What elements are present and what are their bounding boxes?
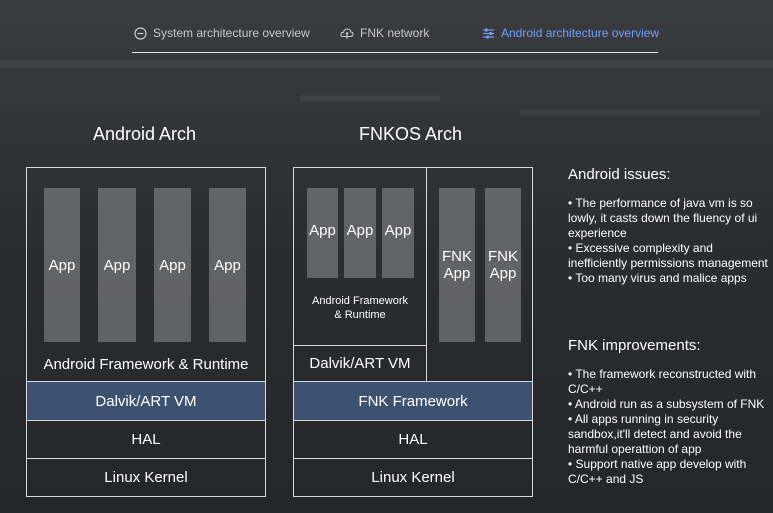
tab-label: FNK network (360, 26, 430, 40)
tab-label: System architecture overview (153, 26, 310, 40)
background-beam (520, 110, 760, 115)
background-beam (300, 95, 440, 101)
tab-label: Android architecture overview (501, 26, 660, 40)
android-arch-title: Android Arch (93, 124, 197, 144)
dalvik-vm-layer: Dalvik/ART VM (27, 381, 265, 420)
list-item: • Too many virus and malice apps (568, 271, 747, 285)
list-item: • Android run as a subsystem of FNK (568, 397, 765, 411)
app-block: App (307, 188, 338, 278)
app-block: App (344, 188, 376, 278)
fnk-app-block: FNK App (439, 188, 475, 342)
fnk-framework-layer: FNK Framework (294, 381, 532, 420)
background-beam (0, 60, 773, 68)
android-issues-heading: Android issues: (568, 166, 671, 183)
fnkos-arch-title: FNKOS Arch (359, 124, 463, 144)
list-item: • Support native app develop with C/C++ … (568, 457, 747, 486)
android-arch-panel: App App App App Android Framework & Runt… (26, 167, 266, 497)
list-item: • All apps running in security sandbox,i… (568, 412, 742, 456)
android-framework-layer: Android Framework & Runtime (43, 356, 249, 373)
subsystem-divider (426, 168, 427, 381)
fnk-app-block: FNK App (485, 188, 521, 342)
app-block: App (209, 188, 246, 342)
android-issues-list: • The performance of java vm is so lowly… (568, 196, 768, 286)
fnk-improvements-list: • The framework reconstructed with C/C++… (568, 367, 768, 487)
tab-android-architecture[interactable]: Android architecture overview (482, 24, 659, 42)
tab-bar: System architecture overview FNK network… (132, 22, 659, 53)
linux-kernel-layer: Linux Kernel (294, 458, 532, 496)
dalvik-vm-layer: Dalvik/ART VM (294, 345, 426, 381)
app-block: App (382, 188, 414, 278)
app-block: App (154, 188, 191, 342)
android-framework-runtime-layer: Android Framework & Runtime (312, 295, 408, 321)
fnk-improvements-heading: FNK improvements: (568, 337, 701, 354)
app-block: App (98, 188, 136, 342)
list-item: • The framework reconstructed with C/C++ (568, 367, 757, 396)
linux-kernel-layer: Linux Kernel (27, 458, 265, 496)
list-item: • The performance of java vm is so lowly… (568, 196, 758, 240)
list-item: • Excessive complexity and inefficiently… (568, 241, 768, 270)
sliders-icon (483, 28, 494, 38)
hal-layer: HAL (294, 420, 532, 458)
hal-layer: HAL (27, 420, 265, 458)
app-block: App (44, 188, 80, 342)
minus-circle-icon (134, 26, 147, 40)
tab-system-architecture[interactable]: System architecture overview (134, 24, 310, 42)
tab-fnk-network[interactable]: FNK network (340, 24, 429, 42)
fnkos-arch-panel: App App App Android Framework & Runtime … (293, 167, 533, 497)
cloud-network-icon (340, 27, 354, 39)
